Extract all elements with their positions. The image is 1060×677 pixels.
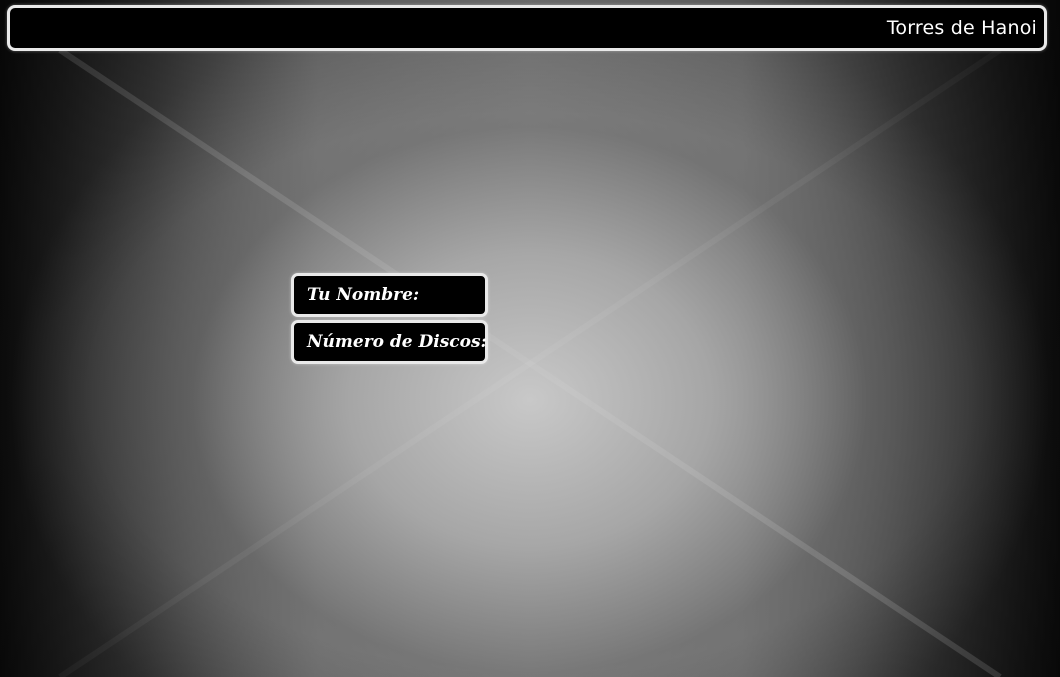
page-background: [0, 0, 1060, 677]
app-title: Torres de Hanoi: [886, 17, 1037, 39]
name-label: Tu Nombre:: [291, 273, 488, 317]
discs-label: Número de Discos:: [291, 320, 488, 364]
background-diagonal-light: [0, 0, 1060, 677]
header-bar: Torres de Hanoi: [7, 5, 1047, 51]
